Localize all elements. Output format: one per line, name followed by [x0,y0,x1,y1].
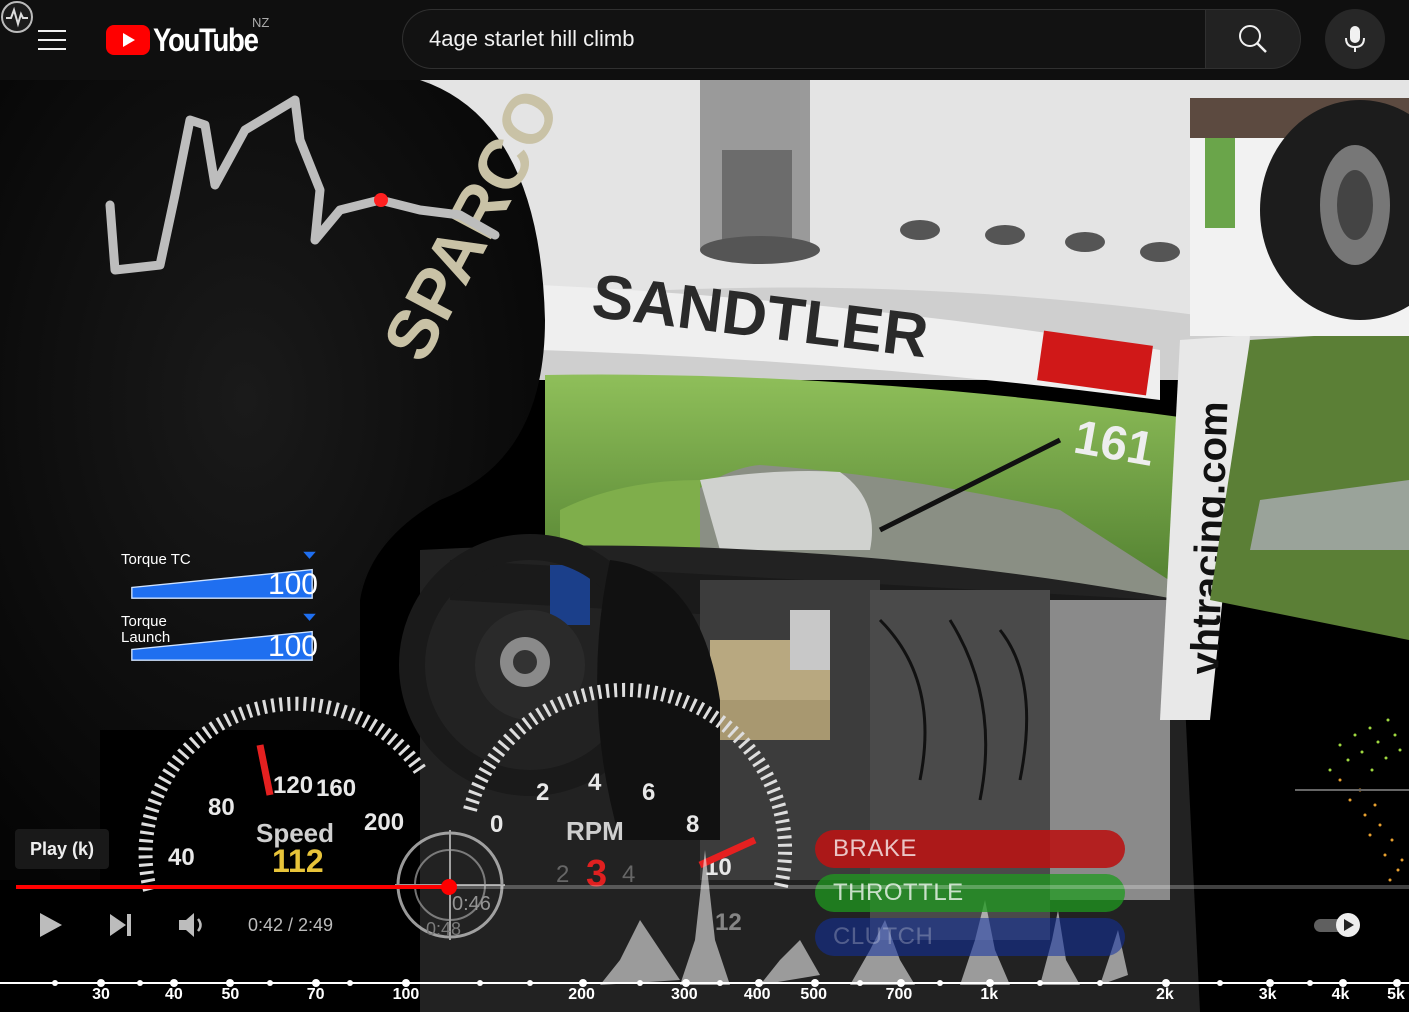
voice-search-button[interactable] [1325,9,1385,69]
volume-icon[interactable] [176,910,208,940]
frequency-axis: 30 40 50 70 100 200 300 400 500 700 1k 2k 3k 4k 5k [0,986,1409,1010]
frequency-label-400: 400 [743,986,771,1003]
frequency-label-500: 500 [800,986,828,1003]
frequency-label-50: 50 [221,986,240,1003]
speed-tick-80: 80 [208,794,235,821]
progress-bar[interactable] [16,879,1409,895]
brake-bar: BRAKE [815,830,1125,868]
frequency-label-2k: 2k [1155,986,1174,1003]
gear-next: 4 [622,861,635,888]
rpm-tick-12: 12 [715,909,742,936]
country-code: NZ [252,15,270,30]
search-input[interactable] [427,10,1187,68]
play-icon[interactable] [36,910,66,940]
frequency-label-700: 700 [885,986,913,1003]
masthead: YouTube NZ [0,0,1409,80]
magnifier-icon [1239,25,1267,53]
frequency-label-3k: 3k [1258,986,1277,1003]
frequency-label-1k: 1k [980,986,999,1003]
speed-tick-120: 120 [273,772,313,799]
lap-time-sub: 0:48 [426,919,461,939]
play-logo-icon [106,25,150,55]
frequency-label-100: 100 [392,986,420,1003]
frequency-label-4k: 4k [1331,986,1350,1003]
torque-launch-value: 100 [267,630,318,663]
frequency-label-300: 300 [670,986,698,1003]
rpm-tick-0: 0 [490,811,503,838]
clutch-bar: CLUTCH [815,918,1125,956]
search-button[interactable] [1205,9,1301,69]
speed-value: 112 [272,843,324,879]
video-frame: SANDTLER 161 vhtracing.com SPARCO 40 80 … [0,80,1409,1012]
speed-tick-40: 40 [168,844,195,871]
rpm-tick-8: 8 [686,811,699,838]
lap-time: 0:46 [452,893,491,915]
brand-text: YouTube [153,21,259,58]
gear-prev: 2 [556,861,569,888]
frequency-label-70: 70 [306,986,325,1003]
rpm-tick-2: 2 [536,779,549,806]
torque-tc-value: 100 [267,568,318,601]
play-tooltip: Play (k) [15,829,109,869]
frequency-label-30: 30 [92,986,110,1003]
throttle-bar: THROTTLE [815,874,1125,912]
track-position-marker [374,193,388,207]
frequency-label-40: 40 [164,986,183,1003]
hamburger-menu-icon[interactable] [28,18,76,62]
search-box [402,9,1206,69]
microphone-icon [1345,26,1365,52]
progress-played [16,885,450,889]
frequency-label-200: 200 [568,986,595,1003]
rpm-label: RPM [566,816,624,846]
time-display: 0:42 / 2:49 [248,915,334,935]
video-player[interactable]: SANDTLER 161 vhtracing.com SPARCO 40 80 … [0,80,1409,1012]
frequency-label-5k: 5k [1387,986,1405,1003]
next-icon[interactable] [106,910,136,940]
autoplay-toggle[interactable] [1312,910,1368,940]
rpm-tick-4: 4 [588,769,602,796]
rpm-tick-6: 6 [642,779,655,806]
speed-tick-200: 200 [364,809,404,836]
youtube-logo[interactable]: YouTube [106,22,275,58]
speed-tick-160: 160 [316,775,356,802]
speed-gauge: 40 80 120 160 200 Speed 112 [138,696,426,892]
